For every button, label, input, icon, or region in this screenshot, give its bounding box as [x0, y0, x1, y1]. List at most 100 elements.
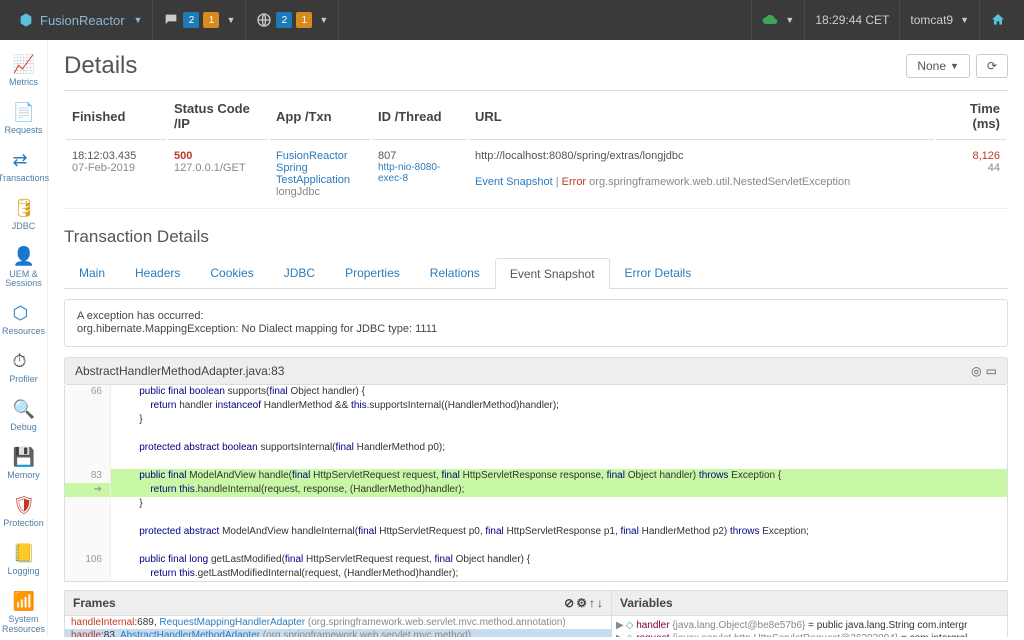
status-code: 500 [174, 150, 262, 162]
badge: 1 [296, 12, 312, 28]
refresh-button[interactable]: ⟳ [976, 54, 1008, 78]
sidebar-item-protection[interactable]: 🛡Protection [0, 487, 48, 535]
sidebar-item-resources[interactable]: ⬡Resources [0, 295, 48, 343]
exception-box: A exception has occurred: org.hibernate.… [64, 299, 1008, 347]
code-line: 83 public final ModelAndView handle(fina… [65, 469, 1007, 483]
caret-down-icon: ▼ [785, 15, 794, 25]
sidebar-label: Debug [10, 423, 37, 433]
sidebar-item-requests[interactable]: 📄 Requests [0, 94, 48, 142]
badge: 2 [276, 12, 292, 28]
target-icon[interactable]: ◎ [971, 364, 981, 378]
sidebar-label: Requests [4, 126, 42, 136]
gear-icon[interactable]: ⚙ [576, 596, 587, 610]
code-view: 66 public final boolean supports(final O… [64, 385, 1008, 582]
caret-down-icon: ▼ [950, 61, 959, 71]
sidebar-item-transactions[interactable]: ⇄Transactions [0, 142, 48, 190]
code-line [65, 539, 1007, 553]
sidebar: 📈Metrics📄Requests⇄Transactions🛢JDBC👤UEM … [0, 40, 48, 637]
variable-row[interactable]: ▶◇ request {javax.servlet.http.HttpServl… [616, 632, 1003, 637]
th-finished: Finished [66, 93, 166, 140]
thread-link[interactable]: http-nio-8080-exec-8 [378, 162, 461, 184]
frames-title: Frames [73, 596, 116, 610]
txn-name: longJdbc [276, 186, 364, 198]
sidebar-label: Logging [7, 567, 39, 577]
nav-server[interactable]: tomcat9 ▼ [900, 13, 979, 27]
sidebar-icon: 📒 [13, 543, 35, 565]
sidebar-item-system-resources[interactable]: 📶System Resources [0, 583, 48, 640]
code-line: ➔ return this.handleInternal(request, re… [65, 483, 1007, 497]
error-label: Error [562, 176, 586, 188]
filter-icon[interactable]: ⊘ [564, 596, 574, 610]
sidebar-item-profiler[interactable]: ⏱Profiler [0, 343, 48, 391]
vars-pane: Variables ▶◇ handler {java.lang.Object@b… [612, 590, 1008, 637]
code-line: } [65, 497, 1007, 511]
sidebar-icon: 📄 [13, 102, 35, 124]
down-icon[interactable]: ↓ [597, 596, 603, 610]
nav-cloud[interactable]: ▼ [752, 12, 804, 28]
vars-list: ▶◇ handler {java.lang.Object@be8e57b6} =… [612, 616, 1007, 637]
app-link[interactable]: FusionReactor Spring TestApplication [276, 150, 364, 186]
exception-text: A exception has occurred: org.hibernate.… [77, 310, 437, 335]
th-id: ID /Thread [372, 93, 467, 140]
nav-badges-1[interactable]: 2 1 ▼ [153, 12, 245, 28]
event-snapshot-link[interactable]: Event Snapshot [475, 176, 553, 188]
caret-down-icon: ▼ [226, 15, 235, 25]
top-navbar: FusionReactor ▼ 2 1 ▼ 2 1 ▼ ▼ 18:29:44 C… [0, 0, 1024, 40]
sidebar-label: Memory [7, 471, 40, 481]
tab-relations[interactable]: Relations [415, 257, 495, 288]
sidebar-item-metrics[interactable]: 📈 Metrics [0, 46, 48, 94]
code-line: 106 public final long getLastModified(fi… [65, 553, 1007, 567]
th-url: URL [469, 93, 934, 140]
monitor-icon[interactable]: ▭ [986, 364, 997, 378]
vars-title: Variables [620, 596, 673, 610]
sidebar-icon: 📶 [13, 591, 35, 613]
tab-jdbc[interactable]: JDBC [269, 257, 330, 288]
sidebar-item-uem-sessions[interactable]: 👤UEM & Sessions [0, 238, 48, 296]
code-line: protected abstract ModelAndView handleIn… [65, 525, 1007, 539]
sidebar-item-logging[interactable]: 📒 Logging [0, 535, 48, 583]
stack-frame[interactable]: handle:83, AbstractHandlerMethodAdapter … [65, 629, 611, 637]
error-msg: org.springframework.web.util.NestedServl… [589, 176, 850, 188]
tab-headers[interactable]: Headers [120, 257, 195, 288]
sidebar-icon: 👤 [13, 246, 35, 268]
stack-frame[interactable]: handleInternal:689, RequestMappingHandle… [65, 616, 611, 629]
tab-error-details[interactable]: Error Details [610, 257, 707, 288]
sidebar-icon: ⇄ [13, 150, 35, 172]
up-icon[interactable]: ↑ [589, 596, 595, 610]
clock-label: 18:29:44 CET [815, 13, 889, 27]
time-ms-2: 44 [942, 162, 1000, 174]
sidebar-item-jdbc[interactable]: 🛢JDBC [0, 190, 48, 238]
sidebar-label: Metrics [9, 78, 38, 88]
code-line [65, 455, 1007, 469]
nav-home[interactable] [980, 12, 1016, 28]
tab-event-snapshot[interactable]: Event Snapshot [495, 258, 610, 289]
speech-icon [163, 12, 179, 28]
summary-table: Finished Status Code /IP App /Txn ID /Th… [64, 90, 1008, 209]
code-line: } [65, 413, 1007, 427]
sidebar-icon: 📈 [13, 54, 35, 76]
sidebar-label: UEM & Sessions [0, 270, 48, 290]
nav-badges-2[interactable]: 2 1 ▼ [246, 12, 338, 28]
tab-properties[interactable]: Properties [330, 257, 415, 288]
request-url: http://localhost:8080/spring/extras/long… [475, 150, 928, 162]
main-panel: Details None▼ ⟳ Finished Status Code /IP… [48, 40, 1024, 637]
none-dropdown[interactable]: None▼ [906, 54, 970, 78]
sidebar-icon: ⬡ [13, 303, 35, 325]
sidebar-item-memory[interactable]: 💾Memory [0, 439, 48, 487]
sidebar-label: System Resources [0, 615, 48, 635]
sidebar-item-debug[interactable]: 🔍Debug [0, 391, 48, 439]
code-line: 66 public final boolean supports(final O… [65, 385, 1007, 399]
variable-row[interactable]: ▶◇ handler {java.lang.Object@be8e57b6} =… [616, 619, 1003, 632]
code-line [65, 511, 1007, 525]
code-line [65, 427, 1007, 441]
badge: 2 [183, 12, 199, 28]
page-header: Details None▼ ⟳ [64, 52, 1008, 80]
tab-cookies[interactable]: Cookies [195, 257, 268, 288]
sidebar-label: Profiler [9, 375, 38, 385]
tab-main[interactable]: Main [64, 257, 120, 288]
th-app: App /Txn [270, 93, 370, 140]
refresh-icon: ⟳ [987, 59, 997, 73]
cloud-icon [762, 12, 778, 28]
brand[interactable]: FusionReactor ▼ [8, 12, 152, 28]
home-icon [990, 12, 1006, 28]
